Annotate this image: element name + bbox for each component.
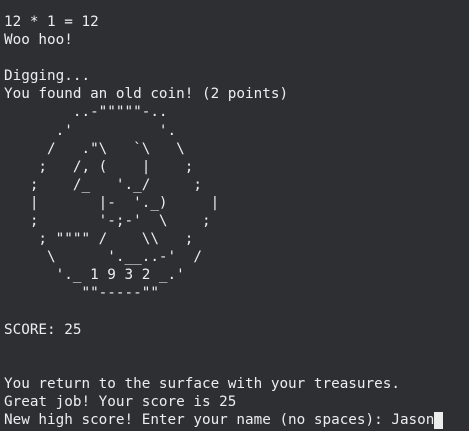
output-line: Digging... xyxy=(4,68,91,85)
ascii-line: ; /_ '._/ ; xyxy=(4,176,202,193)
ascii-line: / ."\ `\ \ xyxy=(4,140,185,157)
score-line: SCORE: 25 xyxy=(4,321,82,338)
output-line: You return to the surface with your trea… xyxy=(4,375,400,392)
output-bottom: You return to the surface with your trea… xyxy=(4,375,465,411)
ascii-line: .' '. xyxy=(4,122,177,139)
terminal-window: 12 * 1 = 12 Woo hoo! Digging... You foun… xyxy=(0,0,469,431)
name-input-line[interactable]: New high score! Enter your name (no spac… xyxy=(4,411,465,429)
coin-ascii-art: ..-"""""-.. .' '. / ."\ `\ \ ; /, ( | ; … xyxy=(4,103,465,302)
output-line: Woo hoo! xyxy=(4,32,73,49)
ascii-line: ; """" / \\ ; xyxy=(4,231,194,248)
text-cursor xyxy=(434,411,444,429)
ascii-line: ; /, ( | ; xyxy=(4,158,194,175)
output-line: 12 * 1 = 12 xyxy=(4,14,99,30)
ascii-line: '._ 1 9 3 2 _.' xyxy=(4,267,185,284)
ascii-line: \ '.__..-' / xyxy=(4,249,202,266)
output-top: 12 * 1 = 12 Woo hoo! Digging... You foun… xyxy=(4,13,465,103)
output-line: Great job! Your score is 25 xyxy=(4,393,237,410)
ascii-line: | |- '._) | xyxy=(4,194,220,211)
ascii-line: ..-"""""-.. xyxy=(4,104,168,121)
ascii-line: ""-----"" xyxy=(4,285,159,302)
output-line: You found an old coin! (2 points) xyxy=(4,86,289,103)
input-prompt: New high score! Enter your name (no spac… xyxy=(4,412,392,429)
ascii-line: ; '-;-' \ ; xyxy=(4,213,211,230)
name-input[interactable]: Jason xyxy=(391,411,434,429)
